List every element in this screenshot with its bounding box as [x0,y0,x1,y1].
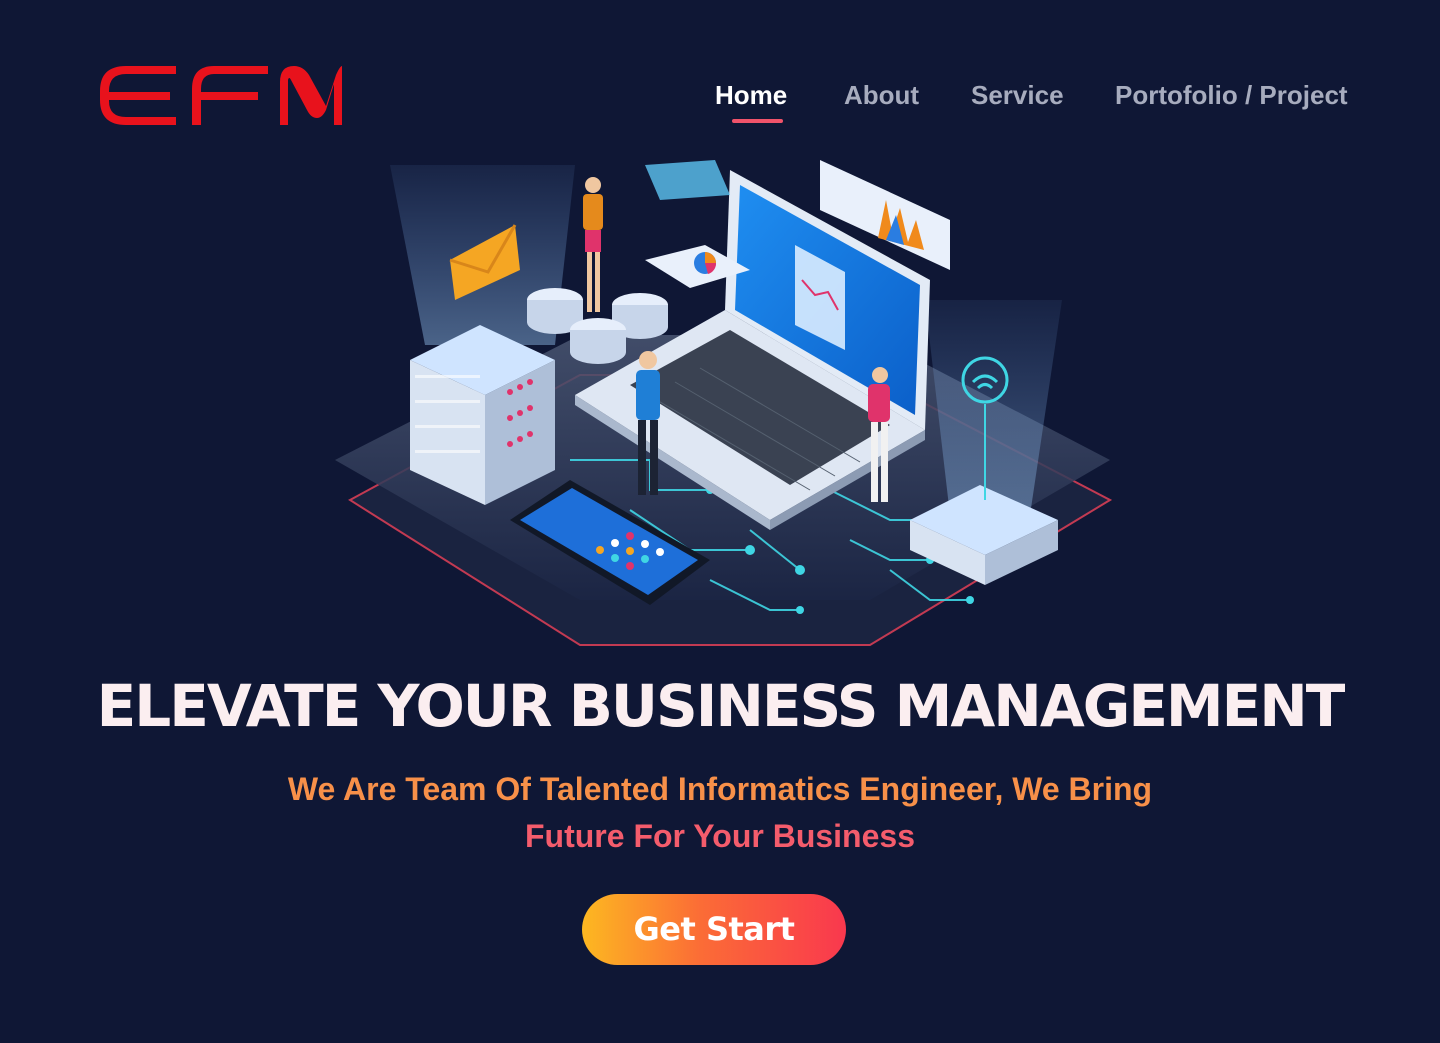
main-nav: Home About Service Portofolio / Project [0,78,1440,128]
nav-home[interactable]: Home [715,78,787,112]
nav-portfolio-project[interactable]: Portofolio / Project [1115,78,1348,112]
nav-service[interactable]: Service [971,78,1064,112]
get-start-button[interactable]: Get Start [582,894,846,965]
hero-illustration [335,160,1112,646]
hero-subtitle-line-1: We Are Team Of Talented Informatics Engi… [287,771,1153,807]
landing-page: Home About Service Portofolio / Project [0,0,1440,1043]
hero-subtitle: We Are Team Of Talented Informatics Engi… [0,766,1440,860]
hero-subtitle-line-2: Future For Your Business [525,818,915,854]
nav-about[interactable]: About [844,78,919,112]
nav-active-indicator [732,119,783,123]
hero-headline: ELEVATE YOUR BUSINESS MANAGEMENT [96,672,1346,740]
